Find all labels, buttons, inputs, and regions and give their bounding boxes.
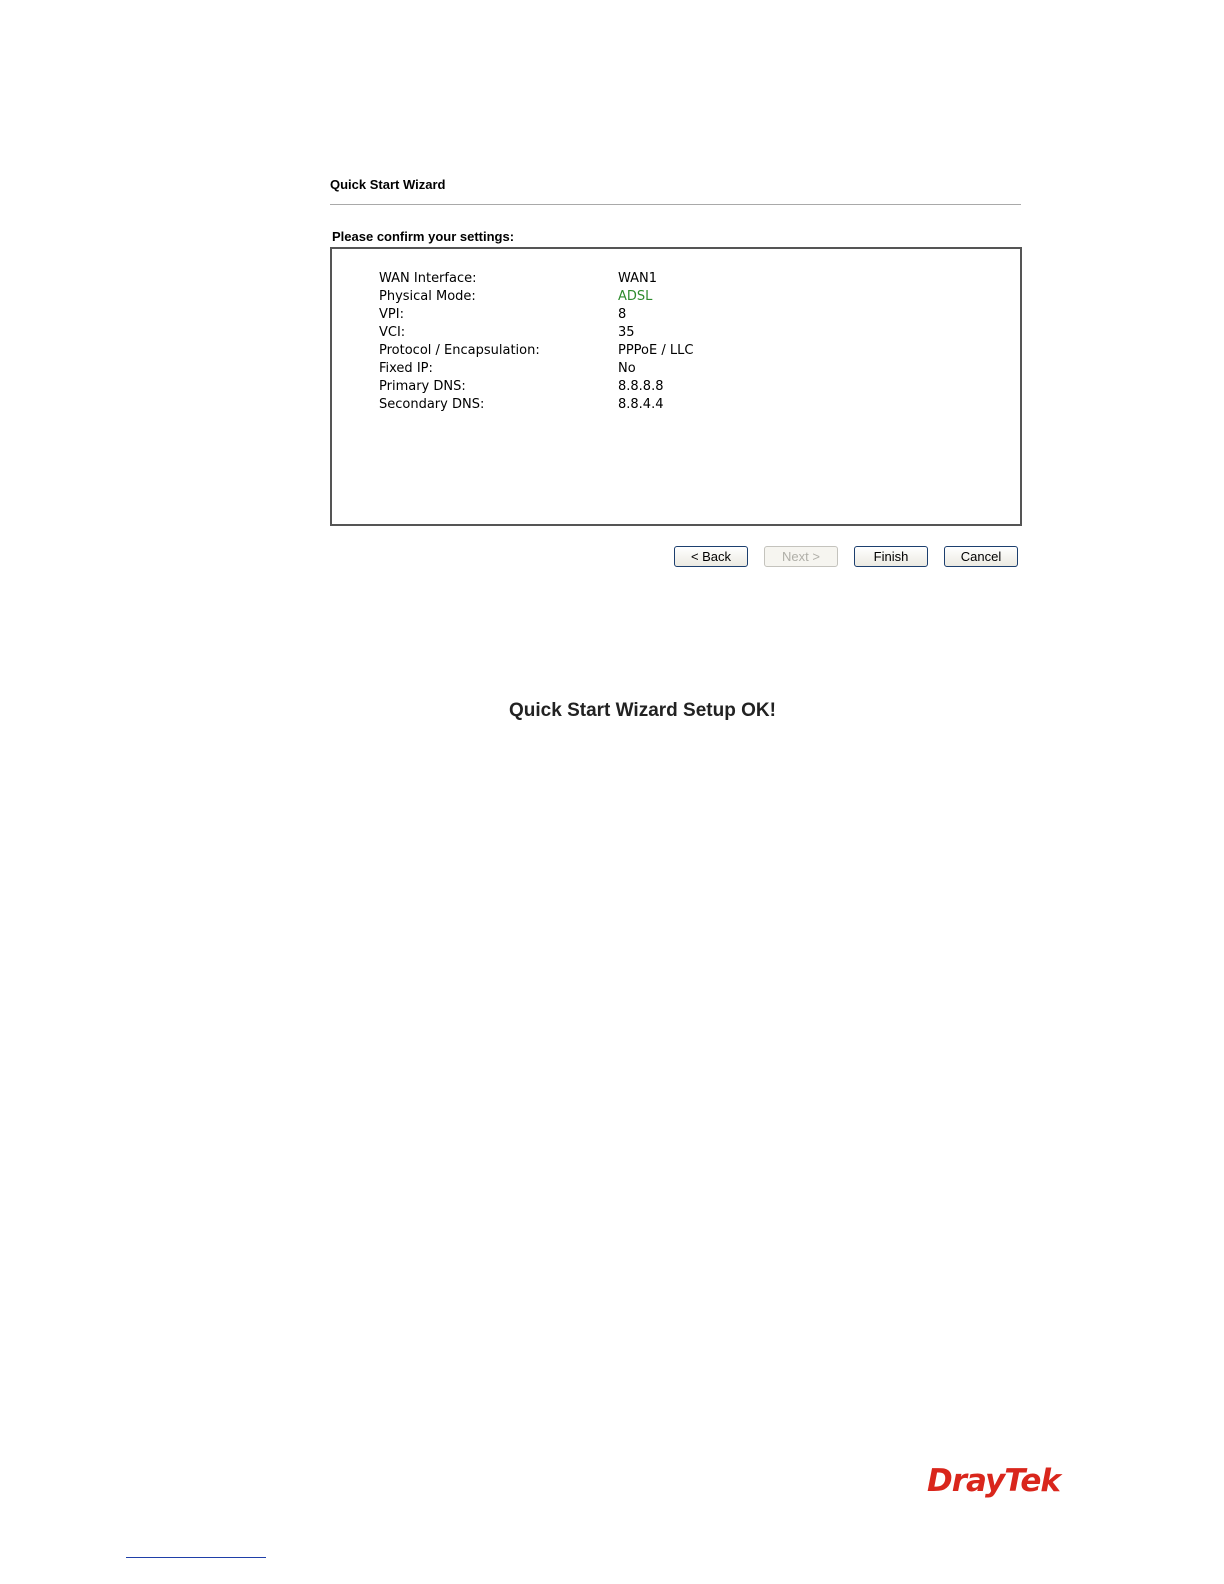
settings-summary-box: WAN Interface: WAN1 Physical Mode: ADSL VP… <box>330 247 1022 526</box>
finish-button[interactable]: Finish <box>854 546 928 567</box>
settings-row-wan-interface: WAN Interface: WAN1 <box>379 270 657 288</box>
confirm-heading: Please confirm your settings: <box>332 229 515 244</box>
setup-ok-message: Quick Start Wizard Setup OK! <box>509 700 776 721</box>
settings-label: Secondary DNS: <box>379 397 485 412</box>
wizard-title: Quick Start Wizard <box>330 177 446 192</box>
settings-value: 8 <box>618 307 627 322</box>
settings-value: 8.8.4.4 <box>618 397 664 412</box>
settings-label: Physical Mode: <box>379 289 476 304</box>
settings-value: PPPoE / LLC <box>618 343 694 358</box>
settings-row-physical-mode: Physical Mode: ADSL <box>379 288 652 306</box>
draytek-logo: DrayTek <box>927 1463 1061 1499</box>
wizard-divider <box>330 204 1021 205</box>
settings-row-fixed-ip: Fixed IP: No <box>379 360 636 378</box>
settings-row-secondary-dns: Secondary DNS: 8.8.4.4 <box>379 396 663 414</box>
settings-value: 8.8.8.8 <box>618 379 664 394</box>
settings-row-vpi: VPI: 8 <box>379 306 626 324</box>
settings-label: VPI: <box>379 307 404 322</box>
settings-label: Protocol / Encapsulation: <box>379 343 540 358</box>
cancel-button[interactable]: Cancel <box>944 546 1018 567</box>
settings-label: VCI: <box>379 325 406 340</box>
settings-value-physical-mode: ADSL <box>618 289 653 304</box>
settings-row-primary-dns: Primary DNS: 8.8.8.8 <box>379 378 663 396</box>
back-button[interactable]: < Back <box>674 546 748 567</box>
settings-label: Fixed IP: <box>379 361 433 376</box>
settings-label: Primary DNS: <box>379 379 466 394</box>
settings-value: WAN1 <box>618 271 658 286</box>
settings-row-protocol: Protocol / Encapsulation: PPPoE / LLC <box>379 342 693 360</box>
settings-value: 35 <box>618 325 635 340</box>
footer-divider <box>126 1557 266 1558</box>
settings-row-vci: VCI: 35 <box>379 324 635 342</box>
settings-value: No <box>618 361 636 376</box>
next-button[interactable]: Next > <box>764 546 838 567</box>
settings-label: WAN Interface: <box>379 271 477 286</box>
